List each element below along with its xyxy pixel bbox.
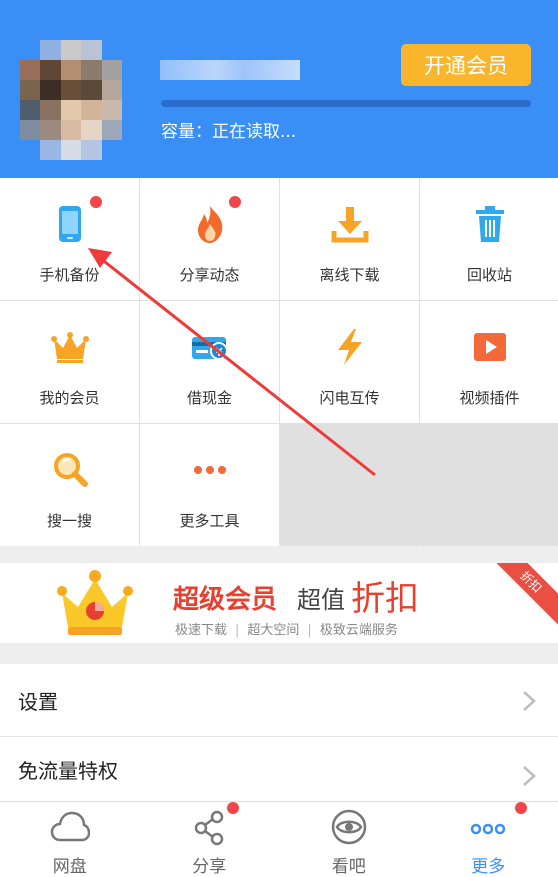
search-icon (50, 450, 90, 490)
tool-borrow-cash[interactable]: 借现金 (140, 301, 279, 423)
bottom-tab-bar: 网盘 分享 看吧 更多 (0, 801, 558, 877)
tool-phone-backup[interactable]: 手机备份 (0, 178, 139, 300)
banner-feature: 超大空间 (247, 623, 300, 638)
discount-ribbon: 折扣 (484, 563, 558, 629)
super-vip-banner[interactable]: 超级会员 超值 折扣 极速下载 | 超大空间 | 极致云端服务 折扣 (0, 563, 558, 643)
chevron-right-icon (523, 766, 536, 786)
banner-title-mid: 超值 (297, 586, 345, 614)
menu-row-free-data[interactable]: 免流量特权 (0, 737, 558, 801)
cash-icon (190, 327, 230, 367)
username-blurred (160, 60, 300, 80)
tab-label: 分享 (192, 857, 227, 877)
more-dots-icon (468, 808, 508, 846)
banner-feature: 极速下载 (175, 623, 228, 638)
banner-features: 极速下载 | 超大空间 | 极致云端服务 (175, 623, 398, 638)
tab-netdisk[interactable]: 网盘 (0, 802, 140, 877)
banner-crown-icon (57, 570, 133, 635)
tool-flash-transfer[interactable]: 闪电互传 (280, 301, 419, 423)
tab-watch[interactable]: 看吧 (279, 802, 419, 877)
lightning-icon (330, 327, 370, 367)
tab-label: 更多 (471, 857, 506, 877)
tool-label: 闪电互传 (319, 389, 380, 407)
tool-label: 回收站 (466, 266, 512, 284)
notification-dot (229, 196, 241, 208)
tool-label: 分享动态 (179, 266, 240, 284)
video-plugin-icon (470, 327, 510, 367)
menu-row-label: 免流量特权 (18, 758, 118, 783)
open-vip-button[interactable]: 开通会员 (401, 44, 531, 86)
crown-icon (50, 327, 90, 367)
banner-feature: 极致云端服务 (319, 623, 398, 638)
banner-title-big: 折扣 (351, 579, 419, 619)
chevron-right-icon (523, 691, 536, 711)
capacity-text: 容量：正在读取... (161, 122, 297, 142)
tab-share[interactable]: 分享 (140, 802, 280, 877)
notification-dot (226, 802, 239, 814)
tool-label: 手机备份 (39, 266, 100, 284)
notification-dot (514, 802, 527, 814)
tool-search[interactable]: 搜一搜 (0, 424, 139, 546)
grid-empty-cell (420, 424, 558, 546)
more-tools-icon (190, 450, 230, 490)
trash-icon (470, 204, 510, 244)
phone-backup-icon (50, 204, 90, 244)
avatar[interactable] (20, 40, 122, 160)
tool-label: 更多工具 (179, 512, 240, 530)
tool-label: 视频插件 (459, 389, 520, 407)
tab-label: 网盘 (52, 857, 87, 877)
tab-more[interactable]: 更多 (419, 802, 558, 877)
tools-grid: 手机备份 分享动态 离线下载 回收站 我的会员 借现金 闪电互传 视频插件 搜一… (0, 178, 558, 546)
menu-row-label: 设置 (18, 689, 58, 714)
tool-label: 离线下载 (319, 266, 380, 284)
download-icon (330, 204, 370, 244)
tool-share-feed[interactable]: 分享动态 (140, 178, 279, 300)
tool-recycle-bin[interactable]: 回收站 (420, 178, 558, 300)
notification-dot (90, 196, 102, 208)
capacity-bar (161, 100, 531, 107)
tool-more-tools[interactable]: 更多工具 (140, 424, 279, 546)
share-icon (189, 808, 229, 846)
tool-label: 我的会员 (39, 389, 100, 407)
cloud-icon (50, 808, 91, 846)
tool-my-membership[interactable]: 我的会员 (0, 301, 139, 423)
grid-empty-cell (280, 424, 419, 546)
tool-label: 搜一搜 (46, 512, 92, 530)
tool-video-plugin[interactable]: 视频插件 (420, 301, 558, 423)
eye-icon (329, 808, 369, 846)
tab-label: 看吧 (331, 857, 366, 877)
profile-header: 开通会员 容量：正在读取... (0, 0, 558, 178)
tool-label: 借现金 (186, 389, 232, 407)
banner-title-bold: 超级会员 (173, 585, 278, 615)
tool-offline-download[interactable]: 离线下载 (280, 178, 419, 300)
flame-icon (190, 204, 230, 244)
menu-row-settings[interactable]: 设置 (0, 664, 558, 736)
